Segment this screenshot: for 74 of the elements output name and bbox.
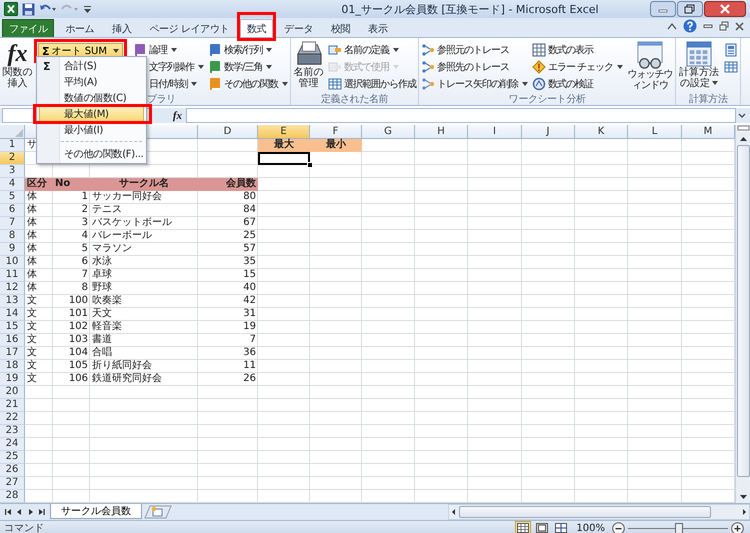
table-cell-text: 102 xyxy=(68,321,89,334)
table-cell-text: 80 xyxy=(242,191,257,204)
table-cell-text: 文 xyxy=(26,373,38,386)
table-cell-text: 15 xyxy=(242,269,257,282)
table-cell-text: 101 xyxy=(68,308,89,321)
table-cell-text: 42 xyxy=(242,295,257,308)
table-cell-text: 25 xyxy=(242,230,257,243)
table-cell-text: 105 xyxy=(68,360,89,373)
table-cell-text: 106 xyxy=(68,373,89,386)
table-cell-text: 体 xyxy=(26,217,38,230)
table-cell: 最大 xyxy=(258,139,310,152)
table-cell-text: 文 xyxy=(26,321,38,334)
table-cell-text: 体 xyxy=(26,269,38,282)
table-cell-text: テニス xyxy=(91,204,123,217)
table-cell-text: 84 xyxy=(242,204,257,217)
table-cell-text: 40 xyxy=(242,282,257,295)
table-cell-text: 67 xyxy=(242,217,257,230)
group-label: 計算方法 xyxy=(688,92,729,105)
table-cell-text: 文 xyxy=(26,334,38,346)
table-cell-text: 天文 xyxy=(91,308,113,320)
table-cell-text: 文 xyxy=(26,308,38,320)
table-cell-text: バスケットボール xyxy=(91,217,173,230)
table-cell-text: 文 xyxy=(26,295,38,308)
table-cell: No xyxy=(53,178,90,191)
table-cell-text: 体 xyxy=(26,256,38,269)
group-label: ブラリ xyxy=(147,92,176,105)
table-cell-text: 体 xyxy=(26,191,38,204)
table-cell-text: 合唱 xyxy=(91,347,113,360)
table-cell-text: 文 xyxy=(26,360,38,372)
table-cell-text: 4 xyxy=(80,230,89,243)
table-cell-text: 文 xyxy=(26,347,38,360)
window-title: 01_サークル会員数 [互換モード] - Microsoft Excel xyxy=(341,2,599,16)
table-cell-text: 7 xyxy=(80,269,89,282)
status-mode: コマンド xyxy=(4,522,44,533)
table-cell-text: 103 xyxy=(68,334,89,347)
table-cell-text: 6 xyxy=(80,256,89,269)
table-cell-text: 2 xyxy=(80,204,89,217)
table-cell-text: 体 xyxy=(26,243,38,256)
table-cell-text: 吹奏楽 xyxy=(91,295,123,308)
table-cell-text: 35 xyxy=(242,256,257,269)
table-cell-text: 鉄道研究同好会 xyxy=(91,373,163,386)
table-cell-text: 36 xyxy=(242,347,257,360)
table-cell-text: サ xyxy=(26,139,38,152)
table-cell-text: 5 xyxy=(80,243,89,256)
table-cell-text: 104 xyxy=(68,347,89,360)
table-cell-text: 体 xyxy=(26,230,38,243)
table-cell-text: 折り紙同好会 xyxy=(91,360,153,372)
table-cell-text: サッカー同好会 xyxy=(91,191,163,204)
table-cell-text: 3 xyxy=(80,217,89,230)
table-cell-text: 7 xyxy=(248,334,257,347)
table-cell-text: 野球 xyxy=(91,282,113,295)
sum-glyph: Σ xyxy=(43,60,51,72)
table-cell-text: 水泳 xyxy=(91,256,113,268)
table-cell-text: 体 xyxy=(26,204,38,217)
table-cell-text: 26 xyxy=(242,373,257,386)
table-cell-text: 31 xyxy=(242,308,257,321)
table-cell: 最小 xyxy=(310,139,362,152)
table-cell: 会員数 xyxy=(198,178,258,191)
group-label: 定義された名前 xyxy=(320,92,390,105)
table-cell-text: 卓球 xyxy=(91,269,113,282)
table-cell-text: 1 xyxy=(80,191,89,204)
table-cell-text: バレーボール xyxy=(91,230,153,243)
table-cell-text: 100 xyxy=(68,295,89,308)
table-cell-text: 57 xyxy=(242,243,257,256)
group-label: ワークシート分析 xyxy=(508,92,587,105)
table-cell-text: 19 xyxy=(242,321,257,334)
table-cell-text: マラソン xyxy=(91,243,133,256)
table-cell-text: 8 xyxy=(80,282,89,295)
table-cell-text: 軽音楽 xyxy=(91,321,123,334)
table-cell-text: 書道 xyxy=(91,334,113,347)
table-cell: サークル名 xyxy=(90,178,198,191)
table-cell: 区分 xyxy=(25,178,53,191)
table-cell-text: 体 xyxy=(26,282,38,294)
table-cell-text: 11 xyxy=(242,360,257,373)
